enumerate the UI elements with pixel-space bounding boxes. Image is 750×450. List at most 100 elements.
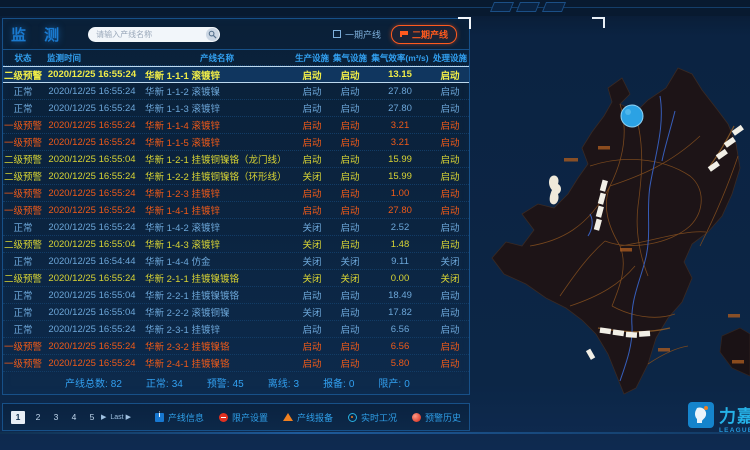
phase1-checkbox-group[interactable]: 一期产线: [333, 28, 381, 41]
table-row[interactable]: 正常 2020/12/25 16:55:24 华新 2-3-1 挂镀锌 启动 启…: [3, 321, 469, 338]
column-header: 状态: [3, 52, 43, 64]
cell-gas-efficiency: 6.56: [369, 341, 431, 352]
page-number[interactable]: 1: [11, 411, 25, 424]
table-row[interactable]: 一级预警 2020/12/25 16:55:24 华新 1-1-5 滚镀锌 启动…: [3, 134, 469, 151]
table-row[interactable]: 二级预警 2020/12/25 16:55:04 华新 1-4-3 滚镀锌 关闭…: [3, 236, 469, 253]
cell-line-name: 华新 1-4-4 仿金: [141, 254, 293, 268]
action-button[interactable]: 预警历史: [412, 411, 461, 424]
cell-line-name: 华新 1-1-3 滚镀锌: [141, 101, 293, 115]
cell-treatment-facility: 启动: [431, 339, 469, 353]
cell-gas-efficiency: 18.49: [369, 290, 431, 301]
table-row[interactable]: 一级预警 2020/12/25 16:55:24 华新 2-4-1 挂镀镍铬 启…: [3, 355, 469, 372]
summary-label: 报备:: [323, 379, 346, 390]
cell-status: 二级预警: [3, 68, 43, 82]
page-number[interactable]: 5: [87, 412, 97, 422]
cell-production-facility: 关闭: [293, 305, 331, 319]
summary-bar: 产线总数:82 正常:34 预警:45 离线:3 报备:0 限产:0: [3, 372, 469, 392]
table-row[interactable]: 一级预警 2020/12/25 16:55:24 华新 1-2-3 挂镀锌 启动…: [3, 185, 469, 202]
cell-time: 2020/12/25 16:55:24: [43, 188, 141, 199]
column-header: 集气设施: [331, 52, 369, 64]
cell-gas-collection-facility: 启动: [331, 101, 369, 115]
table-row[interactable]: 正常 2020/12/25 16:55:24 华新 1-1-3 滚镀锌 启动 启…: [3, 100, 469, 117]
table-row[interactable]: 一级预警 2020/12/25 16:55:24 华新 1-4-1 挂镀锌 启动…: [3, 202, 469, 219]
page-number[interactable]: 3: [51, 412, 61, 422]
cell-status: 正常: [3, 288, 43, 302]
cell-line-name: 华新 2-3-2 挂镀镍铬: [141, 339, 293, 353]
cell-time: 2020/12/25 16:55:04: [43, 154, 141, 165]
cell-gas-efficiency: 13.15: [369, 69, 431, 80]
cell-production-facility: 启动: [293, 118, 331, 132]
page-title: 监 测: [11, 24, 66, 45]
logo-name: 力嘉科技: [719, 402, 750, 427]
cell-status: 正常: [3, 220, 43, 234]
cell-treatment-facility: 启动: [431, 356, 469, 370]
cell-status: 正常: [3, 305, 43, 319]
search-input[interactable]: [96, 28, 204, 41]
cell-gas-collection-facility: 启动: [331, 220, 369, 234]
cell-time: 2020/12/25 16:55:24: [43, 171, 141, 182]
table-row[interactable]: 一级预警 2020/12/25 16:55:24 华新 1-1-4 滚镀锌 启动…: [3, 117, 469, 134]
cell-line-name: 华新 1-4-1 挂镀锌: [141, 203, 293, 217]
cell-line-name: 华新 1-2-1 挂镀铜镍铬（龙门线）: [141, 152, 293, 166]
cell-treatment-facility: 启动: [431, 305, 469, 319]
table-row[interactable]: 正常 2020/12/25 16:54:44 华新 1-4-4 仿金 关闭 关闭…: [3, 253, 469, 270]
table-header: 状态监测时间产线名称生产设施集气设施集气效率(m³/s)处理设施: [3, 49, 469, 66]
table-row[interactable]: 一级预警 2020/12/25 16:55:24 华新 2-3-2 挂镀镍铬 启…: [3, 338, 469, 355]
cell-gas-efficiency: 6.56: [369, 324, 431, 335]
last-page-button[interactable]: Last ▶: [110, 413, 131, 421]
cell-gas-collection-facility: 启动: [331, 68, 369, 82]
summary-value: 0: [349, 379, 355, 390]
cell-line-name: 华新 2-3-1 挂镀锌: [141, 322, 293, 336]
logo-icon: [688, 402, 714, 428]
cell-gas-efficiency: 3.21: [369, 120, 431, 131]
action-button[interactable]: 实时工况: [348, 411, 397, 424]
cell-treatment-facility: 启动: [431, 322, 469, 336]
action-icon: [412, 413, 421, 422]
action-button[interactable]: 产线信息: [155, 411, 204, 424]
action-button[interactable]: 产线报备: [283, 411, 333, 424]
table-row[interactable]: 二级预警 2020/12/25 16:55:24 华新 2-1-1 挂镀镍镀铬 …: [3, 270, 469, 287]
table-row[interactable]: 正常 2020/12/25 16:55:04 华新 2-2-2 滚镀铜镍 关闭 …: [3, 304, 469, 321]
action-icon: [283, 413, 293, 421]
district-shape: [492, 68, 740, 394]
table-row[interactable]: 二级预警 2020/12/25 16:55:04 华新 1-2-1 挂镀铜镍铬（…: [3, 151, 469, 168]
table-row[interactable]: 二级预警 2020/12/25 16:55:24 华新 1-2-2 挂镀铜镍铬（…: [3, 168, 469, 185]
cell-gas-efficiency: 1.48: [369, 239, 431, 250]
search-button[interactable]: [206, 28, 219, 41]
cell-gas-collection-facility: 启动: [331, 203, 369, 217]
logo-text: 力嘉科技 LEAGUE TECH: [719, 402, 750, 434]
next-page-button[interactable]: ▶: [101, 413, 106, 421]
cell-gas-collection-facility: 启动: [331, 152, 369, 166]
page-number[interactable]: 2: [33, 412, 43, 422]
page-number[interactable]: 4: [69, 412, 79, 422]
column-header: 集气效率(m³/s): [369, 52, 431, 64]
phase2-flag-icon: [400, 31, 408, 37]
cell-time: 2020/12/25 16:55:24: [43, 69, 141, 80]
cell-gas-efficiency: 3.21: [369, 137, 431, 148]
cell-time: 2020/12/25 16:55:24: [43, 86, 141, 97]
action-label: 实时工况: [361, 411, 397, 424]
phase2-button[interactable]: 二期产线: [391, 25, 457, 44]
cell-time: 2020/12/25 16:55:24: [43, 222, 141, 233]
table-row[interactable]: 正常 2020/12/25 16:55:24 华新 1-1-2 滚镀镍 启动 启…: [3, 83, 469, 100]
cell-gas-efficiency: 2.52: [369, 222, 431, 233]
cell-line-name: 华新 2-1-1 挂镀镍镀铬: [141, 271, 293, 285]
cell-production-facility: 启动: [293, 68, 331, 82]
cell-line-name: 华新 2-2-1 挂镀镍镀铬: [141, 288, 293, 302]
cell-gas-efficiency: 27.80: [369, 86, 431, 97]
table-row[interactable]: 正常 2020/12/25 16:55:24 华新 1-4-2 滚镀锌 关闭 启…: [3, 219, 469, 236]
action-button[interactable]: 限产设置: [219, 411, 268, 424]
table-row[interactable]: 二级预警 2020/12/25 16:55:24 华新 1-1-1 滚镀锌 启动…: [3, 66, 469, 83]
summary-item: 报备:0: [323, 375, 354, 390]
table-row[interactable]: 正常 2020/12/25 16:55:04 华新 2-2-1 挂镀镍镀铬 启动…: [3, 287, 469, 304]
bottom-divider: [0, 432, 750, 434]
cell-gas-efficiency: 0.00: [369, 273, 431, 284]
phase1-label: 一期产线: [345, 28, 381, 41]
phase1-checkbox[interactable]: [333, 30, 341, 38]
summary-item: 正常:34: [146, 375, 183, 390]
cell-status: 一级预警: [3, 186, 43, 200]
summary-item: 离线:3: [268, 375, 299, 390]
district-map[interactable]: [470, 16, 750, 402]
cell-treatment-facility: 启动: [431, 68, 469, 82]
map-cluster-marker[interactable]: [621, 105, 643, 127]
